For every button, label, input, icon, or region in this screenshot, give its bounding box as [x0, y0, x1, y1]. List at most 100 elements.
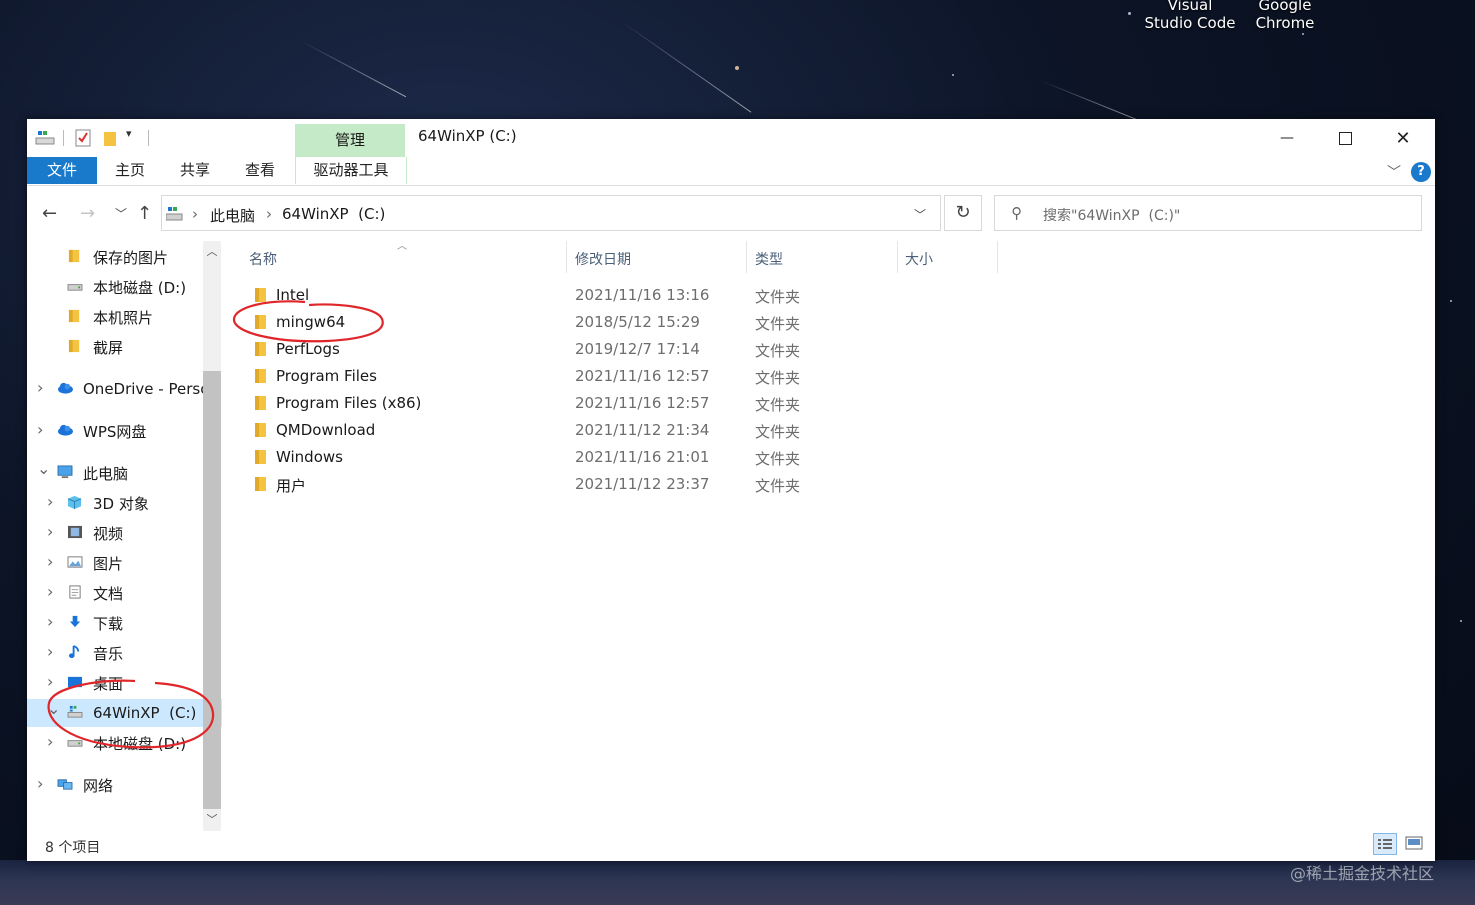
drive-icon [67, 284, 83, 291]
table-row[interactable]: Windows 2021/11/16 21:01 文件夹 [239, 444, 1009, 471]
address-row: ← → ﹀ ↑ › 此电脑 › 64WinXP (C:) ﹀ ↻ ⚲ 搜索"64… [27, 185, 1435, 241]
column-header-size[interactable]: 大小 [905, 249, 933, 269]
chevron-right-icon[interactable]: › [47, 582, 53, 601]
minimize-button[interactable]: — [1258, 119, 1316, 157]
file-name: Program Files (x86) [276, 394, 422, 412]
breadcrumb-separator-icon: › [266, 205, 272, 223]
title-bar[interactable]: ▾ 管理 64WinXP (C:) — ✕ [27, 119, 1435, 157]
large-icons-view-button[interactable] [1403, 833, 1427, 855]
search-input[interactable]: 搜索"64WinXP (C:)" [1043, 205, 1180, 225]
new-folder-icon[interactable] [103, 129, 117, 147]
address-bar[interactable]: › 此电脑 › 64WinXP (C:) ﹀ [161, 195, 941, 231]
column-separator[interactable] [897, 241, 898, 273]
column-header-modified[interactable]: 修改日期 [575, 249, 631, 269]
tab-home[interactable]: 主页 [105, 157, 155, 184]
table-row[interactable]: PerfLogs 2019/12/7 17:14 文件夹 [239, 336, 1009, 363]
download-icon [69, 615, 81, 628]
sidebar-item[interactable]: › 桌面 [27, 669, 222, 697]
chevron-right-icon[interactable]: › [47, 492, 53, 511]
watermark: @稀土掘金技术社区 [1290, 864, 1435, 883]
chevron-right-icon[interactable]: › [37, 420, 43, 439]
sidebar-item-label: OneDrive - Persc [83, 380, 209, 398]
sidebar-item[interactable]: 保存的图片 [27, 243, 222, 271]
scroll-thumb[interactable] [203, 371, 221, 809]
table-row[interactable]: 用户 2021/11/12 23:37 文件夹 [239, 471, 1009, 498]
details-view-icon [1378, 839, 1392, 849]
chevron-right-icon[interactable]: › [37, 378, 43, 397]
tab-share[interactable]: 共享 [170, 157, 220, 184]
table-row[interactable]: Intel 2021/11/16 13:16 文件夹 [239, 282, 1009, 309]
sidebar-item[interactable]: › 下载 [27, 609, 222, 637]
sidebar-item[interactable]: › 文档 [27, 579, 222, 607]
sidebar-item-label: 保存的图片 [93, 248, 169, 267]
table-row[interactable]: mingw64 2018/5/12 15:29 文件夹 [239, 309, 1009, 336]
chevron-right-icon[interactable]: › [47, 672, 53, 691]
chevron-down-icon[interactable]: ⌄ [47, 699, 60, 718]
column-separator[interactable] [566, 241, 567, 273]
tab-drive-tools[interactable]: 驱动器工具 [295, 157, 407, 184]
up-button[interactable]: ↑ [137, 203, 152, 224]
column-header-type[interactable]: 类型 [755, 249, 783, 269]
sidebar-item[interactable]: 截屏 [27, 333, 222, 361]
table-row[interactable]: Program Files 2021/11/16 12:57 文件夹 [239, 363, 1009, 390]
breadcrumb-separator-icon: › [192, 205, 198, 223]
address-dropdown-icon[interactable]: ﹀ [914, 206, 926, 223]
column-separator[interactable] [997, 241, 998, 273]
context-tab-manage[interactable]: 管理 [295, 124, 405, 157]
chevron-right-icon[interactable]: › [47, 732, 53, 751]
desktop-icon-chrome[interactable]: Google Chrome [1245, 0, 1325, 32]
scroll-down-icon[interactable]: ﹀ [203, 811, 221, 829]
sidebar-item[interactable]: › 本地磁盘 (D:) [27, 729, 222, 757]
picture-icon [67, 556, 83, 568]
sidebar-item[interactable]: ⌄ 64WinXP (C:) [27, 699, 222, 727]
back-button[interactable]: ← [42, 203, 57, 224]
expand-ribbon-icon[interactable]: ﹀ [1387, 162, 1401, 182]
sidebar-item[interactable]: 本地磁盘 (D:) [27, 273, 222, 301]
tab-view[interactable]: 查看 [235, 157, 285, 184]
recent-locations-icon[interactable]: ﹀ [115, 205, 127, 222]
sidebar-item[interactable]: › 音乐 [27, 639, 222, 667]
nav-scrollbar[interactable]: ︿ ﹀ [203, 241, 221, 831]
properties-icon[interactable] [75, 129, 91, 147]
breadcrumb-current-drive[interactable]: 64WinXP (C:) [282, 205, 385, 223]
close-button[interactable]: ✕ [1374, 119, 1432, 157]
drive-quick-icon[interactable] [35, 129, 57, 147]
sidebar-item-label: 此电脑 [83, 464, 129, 483]
chevron-right-icon[interactable]: › [47, 552, 53, 571]
chevron-right-icon[interactable]: › [47, 522, 53, 541]
folder-icon [68, 249, 80, 263]
chevron-right-icon[interactable]: › [47, 612, 53, 631]
sidebar-item[interactable]: 本机照片 [27, 303, 222, 331]
tab-file[interactable]: 文件 [27, 157, 97, 184]
breadcrumb-this-pc[interactable]: 此电脑 [210, 205, 255, 226]
search-box[interactable]: ⚲ 搜索"64WinXP (C:)" [994, 195, 1422, 231]
chevron-right-icon[interactable]: › [47, 642, 53, 661]
chevron-down-icon[interactable]: ⌄ [37, 459, 50, 478]
table-row[interactable]: QMDownload 2021/11/12 21:34 文件夹 [239, 417, 1009, 444]
refresh-button[interactable]: ↻ [944, 195, 982, 231]
sidebar-item[interactable]: › 视频 [27, 519, 222, 547]
scroll-up-icon[interactable]: ︿ [203, 243, 221, 261]
maximize-button[interactable] [1316, 119, 1374, 157]
sidebar-item[interactable]: › 3D 对象 [27, 489, 222, 517]
sort-indicator-icon: ︿ [397, 241, 407, 252]
sidebar-item[interactable]: › OneDrive - Persc [27, 375, 222, 403]
close-icon: ✕ [1395, 127, 1411, 149]
sidebar-item-label: 64WinXP (C:) [93, 704, 197, 722]
cloud-icon [58, 424, 73, 436]
sidebar-item[interactable]: › 网络 [27, 771, 222, 799]
details-view-button[interactable] [1373, 833, 1397, 855]
help-icon[interactable]: ? [1411, 162, 1431, 182]
status-bar: 8 个项目 [27, 831, 1435, 861]
sidebar-item-label: 音乐 [93, 644, 124, 663]
column-separator[interactable] [746, 241, 747, 273]
customize-qa-icon[interactable]: ▾ [126, 127, 132, 140]
desktop-icon-vscode[interactable]: Visual Studio Code [1140, 0, 1240, 32]
sidebar-item[interactable]: › 图片 [27, 549, 222, 577]
sidebar-item[interactable]: › WPS网盘 [27, 417, 222, 445]
column-header-name[interactable]: 名称 [249, 249, 277, 269]
sidebar-item[interactable]: ⌄ 此电脑 [27, 459, 222, 487]
forward-button[interactable]: → [80, 203, 95, 224]
table-row[interactable]: Program Files (x86) 2021/11/16 12:57 文件夹 [239, 390, 1009, 417]
chevron-right-icon[interactable]: › [37, 774, 43, 793]
